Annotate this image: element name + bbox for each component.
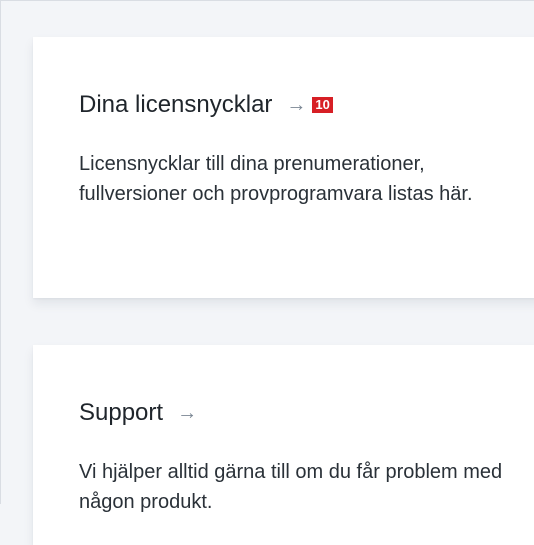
arrow-right-icon[interactable]: → (286, 95, 306, 115)
license-keys-description: Licensnycklar till dina prenumerationer,… (79, 153, 473, 205)
support-title-row[interactable]: Support → (79, 399, 527, 427)
marker-badge: 10 (312, 97, 333, 113)
support-card[interactable]: Support → Vi hjälper alltid gärna till o… (33, 345, 534, 545)
arrow-right-icon[interactable]: → (177, 403, 197, 423)
support-title[interactable]: Support (79, 399, 163, 427)
top-divider (1, 0, 534, 1)
license-keys-title[interactable]: Dina licensnycklar (79, 91, 272, 119)
license-keys-card[interactable]: Dina licensnycklar → 10 Licensnycklar ti… (33, 37, 534, 298)
support-description: Vi hjälper alltid gärna till om du får p… (79, 461, 503, 513)
page: { "cards": [ { "title": "Dina licensnyck… (0, 0, 534, 545)
license-keys-title-row[interactable]: Dina licensnycklar → 10 (79, 91, 527, 119)
